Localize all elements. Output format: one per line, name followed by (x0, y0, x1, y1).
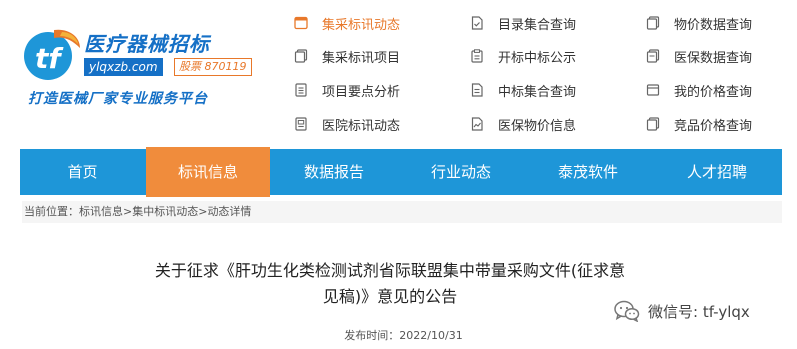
nav-item-home[interactable]: 首页 (20, 149, 145, 195)
quick-link-label: 集采标讯项目 (322, 50, 401, 66)
quick-link-label: 项目要点分析 (322, 84, 401, 100)
quick-link-insurance-price-info[interactable]: 医保物价信息 (470, 114, 576, 134)
nav-item-industry-news[interactable]: 行业动态 (398, 149, 524, 195)
site-logo[interactable]: tf 医疗器械招标 ylqxzb.com 股票 870119 打造医械厂家专业服… (22, 22, 262, 122)
quick-link-catalog-query[interactable]: 目录集合查询 (470, 13, 576, 33)
quick-link-jicai-projects[interactable]: 集采标讯项目 (294, 46, 400, 66)
article-title-line-2: 见稿)》意见的公告 (322, 287, 458, 306)
main-nav: 首页 标讯信息 数据报告 行业动态 泰茂软件 人才招聘 (20, 147, 782, 197)
wechat-watermark: 微信号: tf-ylqx (614, 298, 750, 324)
article-title-line-1: 关于征求《肝功生化类检测试剂省际联盟集中带量采购文件(征求意 (154, 261, 626, 280)
quick-link-my-price-query[interactable]: 我的价格查询 (646, 80, 752, 100)
document-copy-icon (646, 117, 660, 131)
watermark-text: 微信号: tf-ylqx (648, 302, 750, 321)
quick-link-label: 集采标讯动态 (322, 17, 401, 33)
document-copy-icon (646, 16, 660, 30)
file-check-icon (471, 16, 483, 30)
nav-item-taimao-software[interactable]: 泰茂软件 (524, 149, 652, 195)
window-icon (646, 84, 660, 96)
quick-link-jicai-news[interactable]: 集采标讯动态 (294, 13, 400, 33)
quick-link-label: 我的价格查询 (674, 84, 753, 100)
logo-title: 医疗器械招标 (84, 32, 210, 56)
nav-item-recruitment[interactable]: 人才招聘 (652, 149, 782, 195)
article-title: 关于征求《肝功生化类检测试剂省际联盟集中带量采购文件(征求意 见稿)》意见的公告 (110, 258, 670, 310)
logo-mark-icon: tf (24, 29, 80, 80)
publish-date-label: 发布时间： (344, 329, 400, 342)
wechat-icon (614, 300, 640, 322)
breadcrumb-separator: > (123, 205, 133, 218)
quick-links: 集采标讯动态 集采标讯项目 项目要点分析 医院标讯动态 目录集合查询 开标中标公… (290, 8, 790, 140)
quick-link-label: 医保物价信息 (498, 118, 577, 134)
quick-link-bid-announcement[interactable]: 开标中标公示 (470, 46, 576, 66)
quick-link-label: 医保数据查询 (674, 50, 753, 66)
file-list-icon (471, 83, 483, 97)
document-copy-icon (294, 49, 308, 63)
quick-link-label: 开标中标公示 (498, 50, 577, 66)
publish-date-value: 2022/10/31 (399, 329, 463, 342)
file-chart-icon (471, 117, 483, 131)
publish-date: 发布时间：2022/10/31 (0, 327, 797, 343)
nav-item-data-reports[interactable]: 数据报告 (270, 149, 398, 195)
document-folder-icon (294, 16, 308, 30)
logo-domain: ylqxzb.com (84, 58, 163, 76)
quick-link-project-analysis[interactable]: 项目要点分析 (294, 80, 400, 100)
site-header: tf 医疗器械招标 ylqxzb.com 股票 870119 打造医械厂家专业服… (0, 0, 797, 150)
clipboard-icon (471, 49, 483, 63)
logo-slogan: 打造医械厂家专业服务平台 (28, 91, 208, 107)
breadcrumb: 当前位置：标讯信息>集中标讯动态>动态详情 (22, 201, 782, 223)
breadcrumb-prefix: 当前位置： (24, 205, 79, 218)
quick-link-insurance-data-query[interactable]: 医保数据查询 (646, 46, 752, 66)
quick-link-price-data-query[interactable]: 物价数据查询 (646, 13, 752, 33)
quick-link-label: 医院标讯动态 (322, 118, 401, 134)
grid-document-icon (295, 117, 307, 131)
quick-link-label: 物价数据查询 (674, 17, 753, 33)
breadcrumb-item-bid-info[interactable]: 标讯信息 (79, 205, 123, 218)
quick-link-hospital-news[interactable]: 医院标讯动态 (294, 114, 400, 134)
quick-link-label: 中标集合查询 (498, 84, 577, 100)
breadcrumb-item-current: 动态详情 (207, 205, 252, 218)
nav-item-bid-info[interactable]: 标讯信息 (146, 147, 270, 197)
quick-link-label: 竞品价格查询 (674, 118, 753, 134)
quick-link-award-query[interactable]: 中标集合查询 (470, 80, 576, 100)
list-document-icon (295, 83, 307, 97)
quick-link-label: 目录集合查询 (498, 17, 577, 33)
quick-link-competitor-price-query[interactable]: 竞品价格查询 (646, 114, 752, 134)
breadcrumb-item-central-news[interactable]: 集中标讯动态 (132, 205, 198, 218)
document-stack-icon (646, 49, 660, 63)
logo-stock-badge: 股票 870119 (174, 58, 252, 76)
logo-mark-text: tf (35, 42, 64, 75)
